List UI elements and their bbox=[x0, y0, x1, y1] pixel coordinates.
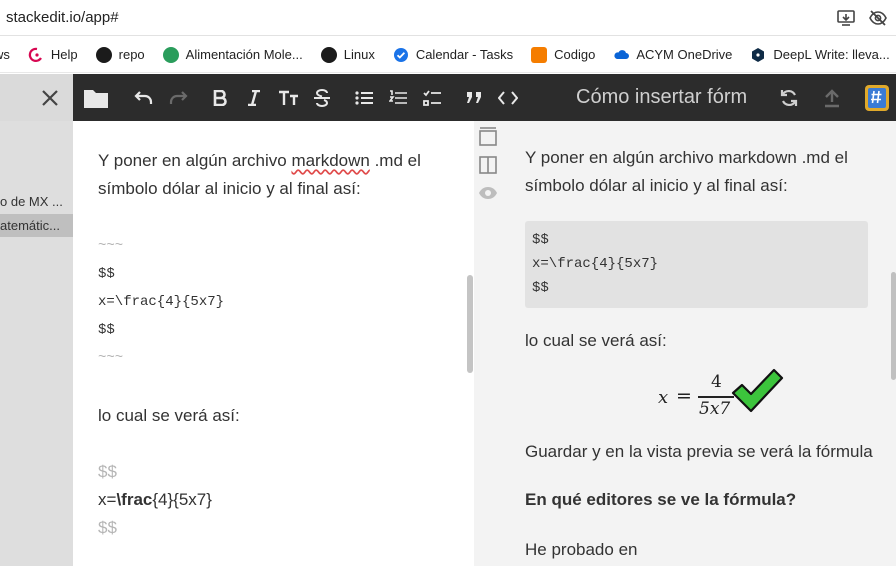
bookmark-calendar-tasks[interactable]: Calendar - Tasks bbox=[393, 47, 513, 63]
workspace-menu-button[interactable] bbox=[862, 74, 892, 121]
editor-line: símbolo dólar al inicio y al final así: bbox=[98, 179, 361, 198]
latex-command: \frac bbox=[116, 490, 153, 509]
bookmark-alimentacion[interactable]: Alimentación Mole... bbox=[162, 46, 303, 63]
sync-button[interactable] bbox=[777, 74, 801, 121]
redo-button[interactable] bbox=[166, 74, 190, 121]
code-line: $$ bbox=[532, 280, 549, 296]
numbered-list-button[interactable] bbox=[386, 74, 410, 121]
checklist-icon bbox=[423, 89, 441, 106]
text-run: {4}{5x7} bbox=[152, 490, 212, 509]
install-app-icon[interactable] bbox=[836, 8, 856, 28]
address-bar[interactable]: stackedit.io/app# bbox=[0, 0, 896, 36]
tasks-check-icon bbox=[393, 47, 408, 62]
eye-slash-icon[interactable] bbox=[868, 8, 888, 28]
document-title[interactable]: Cómo insertar fórm bbox=[576, 86, 754, 109]
preview-paragraph: Guardar y en la vista previa se verá la … bbox=[525, 442, 873, 461]
list-icon bbox=[355, 90, 373, 105]
editor-line: Y poner en algún archivo markdown .md el bbox=[98, 151, 421, 171]
misspelled-word: markdown bbox=[291, 151, 370, 170]
explorer-button[interactable] bbox=[82, 74, 110, 121]
split-view-icon[interactable] bbox=[478, 155, 498, 175]
preview-paragraph: lo cual se verá así: bbox=[525, 331, 667, 350]
preview-heading: En qué editores se ve la fórmula? bbox=[525, 490, 797, 509]
sync-icon bbox=[780, 89, 798, 106]
bookmark-ws[interactable]: ws bbox=[0, 47, 10, 62]
eye-icon[interactable] bbox=[478, 183, 498, 203]
undo-button[interactable] bbox=[132, 74, 156, 121]
bold-icon bbox=[213, 89, 227, 106]
bookmarks-bar: ws Help repo Alimentación Mole... Linux … bbox=[0, 37, 896, 73]
formula-equals: = bbox=[676, 385, 692, 407]
folder-icon bbox=[84, 89, 108, 108]
code-line: x=\frac{4}{5x7} bbox=[98, 294, 225, 310]
github-icon bbox=[95, 46, 112, 63]
bookmark-help[interactable]: Help bbox=[28, 47, 78, 63]
quote-icon bbox=[467, 91, 481, 103]
upload-icon bbox=[825, 88, 839, 107]
italic-button[interactable] bbox=[242, 74, 266, 121]
side-preview-icon[interactable] bbox=[478, 127, 498, 147]
deepl-icon bbox=[752, 47, 765, 62]
explorer-item-selected[interactable]: atemátic... bbox=[0, 214, 73, 237]
file-explorer: o de MX ... atemátic... bbox=[0, 121, 73, 566]
code-line: $$ bbox=[98, 322, 115, 338]
strikethrough-icon bbox=[314, 88, 330, 107]
bookmark-onedrive[interactable]: ACYM OneDrive bbox=[613, 47, 732, 63]
code-line: $$ bbox=[98, 266, 115, 282]
text-run: x= bbox=[98, 490, 117, 509]
stackedit-logo-icon bbox=[865, 84, 889, 111]
preview-scrollbar[interactable] bbox=[891, 272, 896, 380]
checklist-button[interactable] bbox=[420, 74, 444, 121]
preview-paragraph: símbolo dólar al inicio y al final así: bbox=[525, 176, 788, 195]
cloud-icon bbox=[614, 49, 630, 59]
editor-line: lo cual se verá así: bbox=[98, 406, 240, 425]
publish-button[interactable] bbox=[820, 74, 844, 121]
bookmark-repo[interactable]: repo bbox=[95, 46, 145, 63]
formula-numerator: 4 bbox=[711, 372, 722, 392]
code-fence: ~~~ bbox=[98, 238, 124, 254]
undo-icon bbox=[134, 90, 153, 104]
markdown-editor[interactable]: Y poner en algún archivo markdown .md el… bbox=[73, 121, 474, 566]
preview-code-block: $$ x=\frac{4}{5x7} $$ bbox=[525, 221, 868, 308]
code-line: $$ bbox=[532, 232, 549, 248]
preview-pane: Y poner en algún archivo markdown .md el… bbox=[474, 121, 896, 566]
editor-toolbar: Cómo insertar fórm bbox=[0, 74, 896, 121]
text-run: .md el bbox=[369, 151, 421, 170]
heading-button[interactable] bbox=[276, 74, 302, 121]
preview-paragraph: He probado en bbox=[525, 540, 638, 559]
math-delimiter: $$ bbox=[98, 462, 117, 481]
formula-lhs: x bbox=[658, 387, 669, 408]
formula-denominator: 5x7 bbox=[699, 399, 731, 419]
italic-icon bbox=[248, 89, 260, 106]
bookmark-linux[interactable]: Linux bbox=[320, 46, 375, 63]
code-line: x=\frac{4}{5x7} bbox=[532, 256, 659, 272]
code-button[interactable] bbox=[496, 74, 520, 121]
close-icon bbox=[42, 89, 58, 106]
text-run: Y poner en algún archivo bbox=[98, 151, 292, 170]
close-explorer-button[interactable] bbox=[36, 74, 64, 121]
bullet-list-button[interactable] bbox=[352, 74, 376, 121]
editor-scrollbar[interactable] bbox=[467, 275, 473, 373]
blogger-icon bbox=[531, 46, 548, 63]
bookmark-codigo[interactable]: Codigo bbox=[531, 46, 595, 63]
site-icon bbox=[162, 46, 179, 63]
fraction-bar bbox=[698, 396, 734, 398]
bookmark-deepl[interactable]: DeepL Write: lleva... bbox=[750, 47, 890, 63]
bold-button[interactable] bbox=[208, 74, 232, 121]
code-fence: ~~~ bbox=[98, 350, 124, 366]
math-line: x=\frac{4}{5x7} bbox=[98, 490, 212, 510]
explorer-item[interactable]: o de MX ... bbox=[0, 190, 73, 213]
url-text[interactable]: stackedit.io/app# bbox=[6, 9, 119, 26]
strikethrough-button[interactable] bbox=[310, 74, 334, 121]
blockquote-button[interactable] bbox=[462, 74, 486, 121]
code-icon bbox=[498, 90, 518, 105]
math-delimiter: $$ bbox=[98, 518, 117, 537]
check-mark-icon bbox=[731, 368, 784, 413]
redo-icon bbox=[169, 90, 188, 104]
debian-icon bbox=[28, 47, 42, 62]
text-size-icon bbox=[279, 90, 298, 105]
ordered-list-icon bbox=[389, 89, 407, 104]
preview-paragraph: Y poner en algún archivo markdown .md el bbox=[525, 148, 848, 167]
github-icon bbox=[320, 46, 337, 63]
